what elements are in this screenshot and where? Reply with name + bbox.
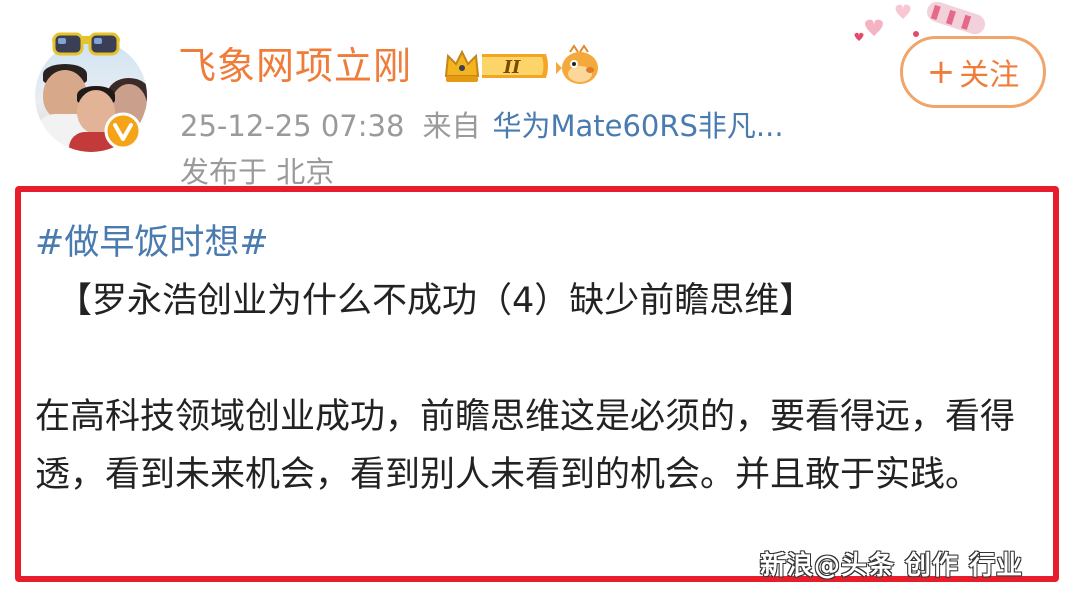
post-title: 【罗永浩创业为什么不成功（4）缺少前瞻思维】 bbox=[57, 281, 815, 321]
level-badge-text: II bbox=[503, 57, 521, 78]
post-meta: 25-12-25 07:38 来自 华为Mate60RS非凡... bbox=[180, 104, 784, 148]
username[interactable]: 飞象网项立刚 bbox=[178, 38, 412, 94]
verified-v-icon bbox=[104, 112, 142, 150]
pufferfish-emoji-icon bbox=[556, 44, 598, 84]
crown-level-icon[interactable]: II bbox=[442, 46, 554, 86]
post-body: 在高科技领域创业成功，前瞻思维这是必须的，要看得远，看得透，看到未来机会，看到别… bbox=[35, 397, 1016, 495]
follow-button[interactable]: + 关注 bbox=[900, 36, 1046, 108]
plus-icon: + bbox=[926, 52, 956, 92]
watermark: 新浪@头条 创作 行业 bbox=[760, 551, 1024, 581]
hashtag-link[interactable]: #做早饭时想# bbox=[35, 223, 269, 263]
device-link[interactable]: 华为Mate60RS非凡... bbox=[492, 109, 783, 143]
post-timestamp: 25-12-25 07:38 bbox=[180, 109, 405, 143]
post-location: 发布于 北京 bbox=[180, 155, 335, 188]
post-content: #做早饭时想# 【罗永浩创业为什么不成功（4）缺少前瞻思维】 在高科技领域创业成功… bbox=[35, 214, 1045, 504]
source-prefix: 来自 bbox=[422, 109, 481, 143]
follow-label: 关注 bbox=[959, 58, 1020, 93]
goggles-frame-icon bbox=[52, 32, 120, 56]
